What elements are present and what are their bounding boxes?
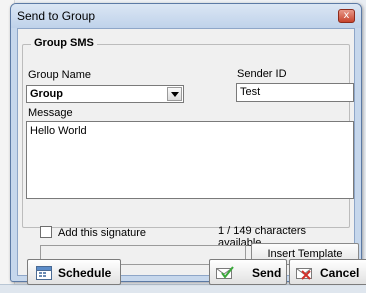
envelope-check-icon	[216, 266, 234, 283]
cancel-button[interactable]: Cancel	[289, 259, 366, 285]
message-textarea[interactable]: Hello World	[26, 121, 354, 199]
close-icon: x	[343, 10, 350, 21]
cancel-label: Cancel	[320, 266, 360, 280]
add-signature-label[interactable]: Add this signature	[58, 227, 146, 239]
group-name-label: Group Name	[28, 69, 91, 81]
message-label: Message	[28, 107, 73, 119]
window-title: Send to Group	[17, 9, 96, 23]
send-label: Send	[252, 266, 282, 280]
add-signature-checkbox[interactable]	[40, 226, 52, 238]
group-name-value: Group	[30, 88, 63, 100]
chevron-down-icon[interactable]	[167, 87, 182, 101]
envelope-x-icon	[296, 266, 314, 283]
calendar-icon	[36, 266, 52, 283]
screen: Send to Group x Group SMS Group Name Gro…	[0, 0, 366, 293]
group-sms-legend: Group SMS	[31, 37, 97, 49]
sender-id-label: Sender ID	[237, 68, 287, 80]
schedule-button[interactable]: Schedule	[27, 259, 121, 285]
group-name-select[interactable]: Group	[26, 85, 184, 103]
sender-id-input[interactable]: Test	[236, 83, 354, 102]
title-bar[interactable]: Send to Group x	[11, 4, 361, 28]
send-to-group-dialog: Send to Group x Group SMS Group Name Gro…	[10, 3, 366, 285]
dialog-body: Group SMS Group Name Group Sender ID Tes…	[17, 28, 359, 276]
background-app-strip	[0, 284, 366, 293]
send-button[interactable]: Send	[209, 259, 287, 285]
schedule-label: Schedule	[58, 266, 112, 280]
close-button[interactable]: x	[338, 9, 355, 23]
